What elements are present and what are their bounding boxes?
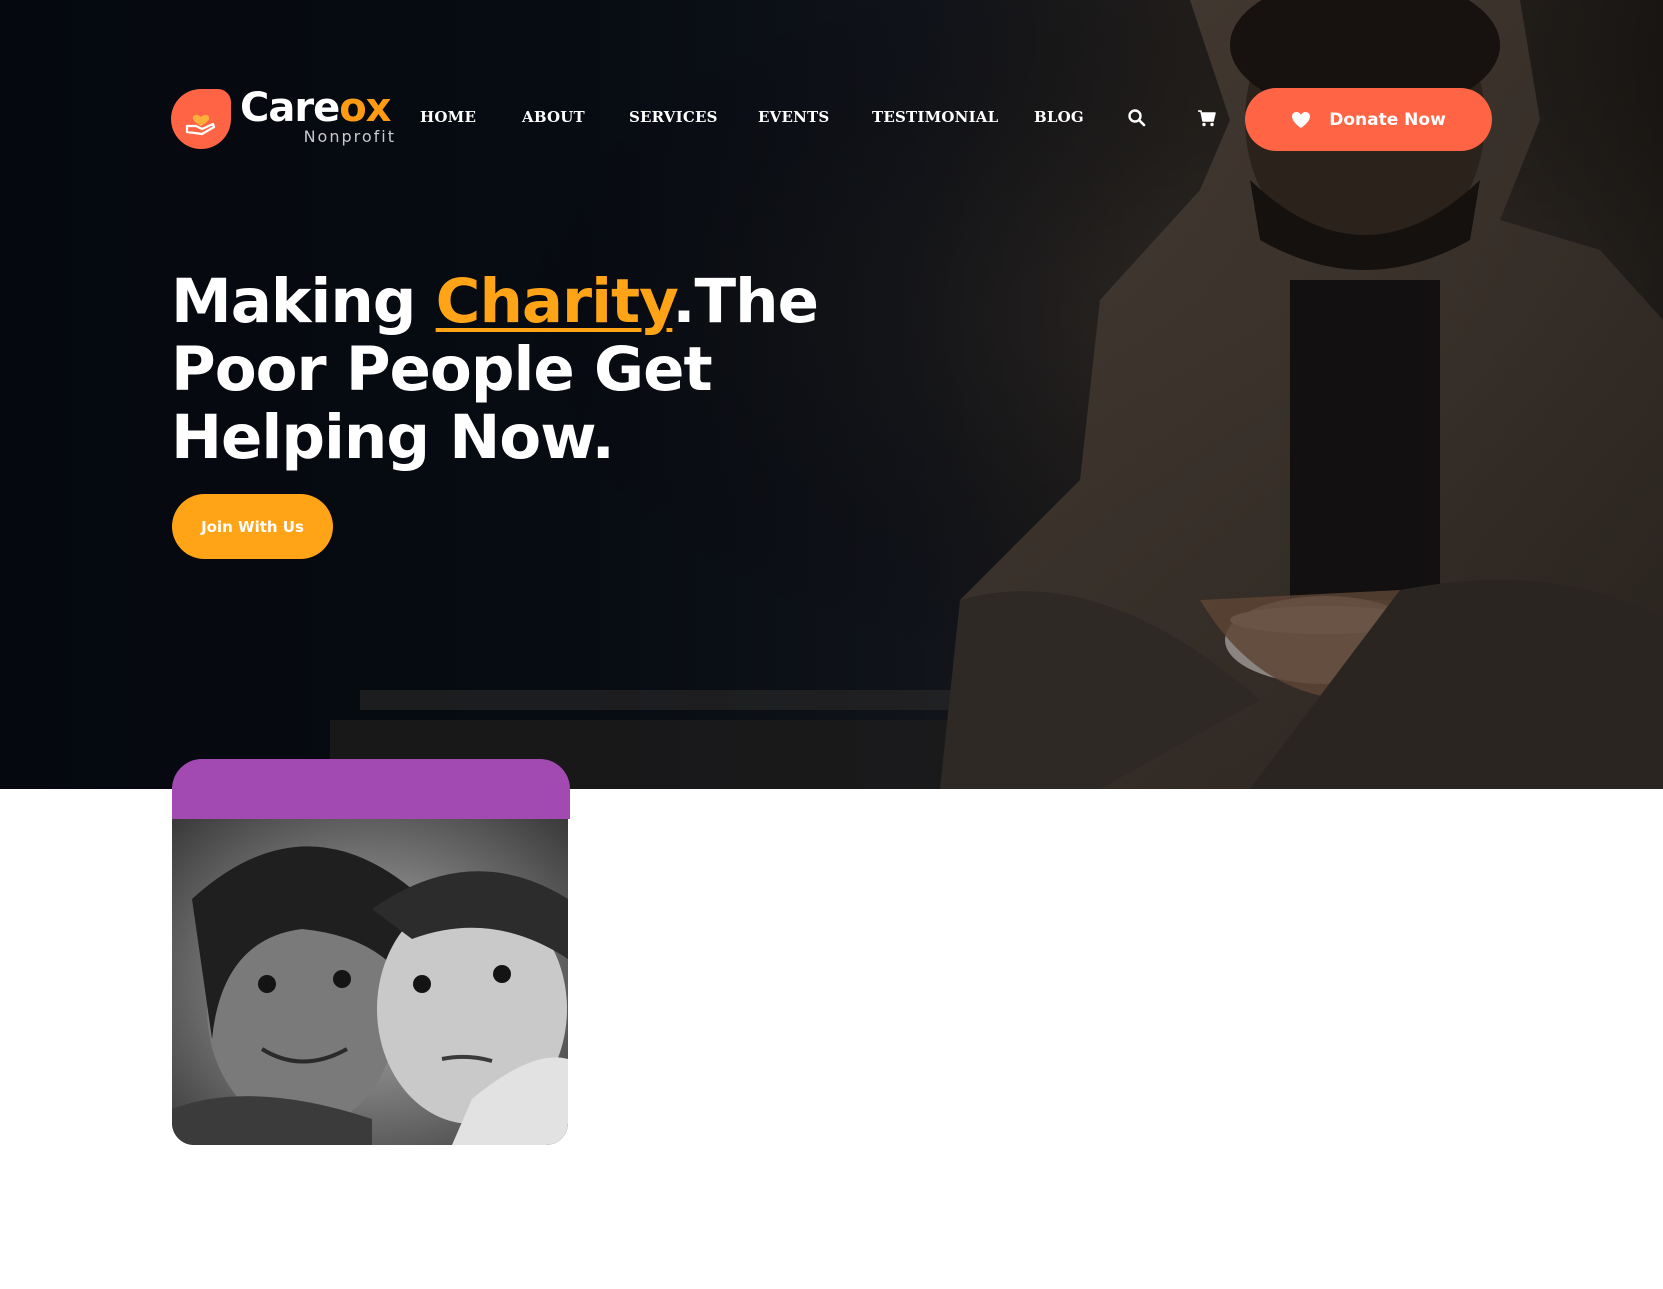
heart-icon: [1292, 111, 1311, 128]
nav-item-blog[interactable]: BLOG: [1034, 108, 1084, 126]
brand-tagline: Nonprofit: [303, 127, 396, 146]
hero-headline: Making Charity.The Poor People Get Helpi…: [171, 266, 819, 473]
site-logo[interactable]: Careox Nonprofit: [171, 85, 396, 150]
headline-highlight: Charity: [435, 266, 674, 337]
hero-section: Careox Nonprofit HOME ABOUT SERVICES EVE…: [0, 0, 1663, 789]
search-icon[interactable]: [1127, 108, 1147, 128]
nav-item-about[interactable]: ABOUT: [522, 108, 585, 126]
brand-name: Careox: [240, 85, 391, 131]
nav-item-events[interactable]: EVENTS: [758, 108, 829, 126]
nav-item-home[interactable]: HOME: [420, 108, 476, 126]
feature-card-header: [172, 759, 570, 819]
join-with-us-button[interactable]: Join With Us: [172, 494, 333, 559]
heart-hand-logo-icon: [171, 89, 231, 149]
children-photo: [172, 819, 568, 1145]
cart-icon[interactable]: [1197, 108, 1217, 128]
nav-item-testimonial[interactable]: TESTIMONIAL: [872, 108, 998, 126]
donate-now-label: Donate Now: [1329, 109, 1446, 130]
nav-item-services[interactable]: SERVICES: [629, 108, 718, 126]
donate-now-button[interactable]: Donate Now: [1245, 88, 1492, 151]
